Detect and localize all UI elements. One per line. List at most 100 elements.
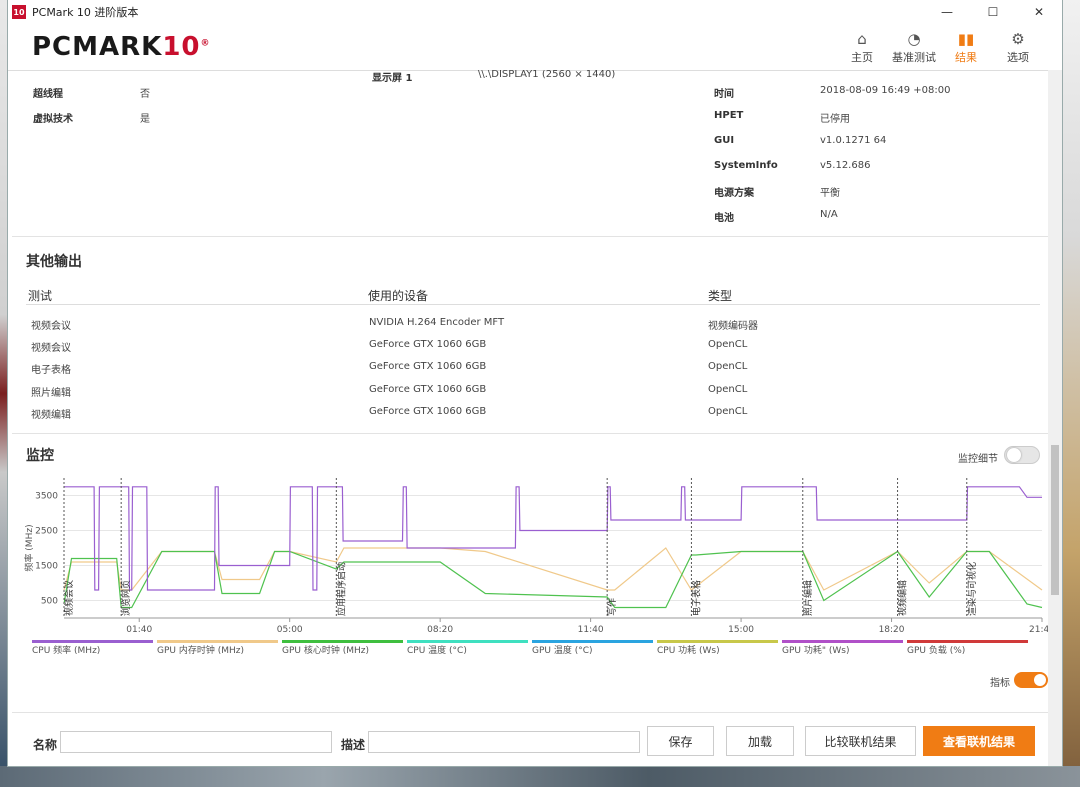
info-row-power-plan: 电源方案 平衡 <box>714 188 840 199</box>
legend-swatch <box>907 640 1028 643</box>
system-info-section: 显示屏 1 \\.\DISPLAY1 (2560 × 1440) 超线程 否 虚… <box>12 70 1048 237</box>
legend-swatch <box>407 640 528 643</box>
result-footer: 名称 描述 保存 加载 比较联机结果 查看联机结果 <box>12 714 1042 766</box>
marker-label: 写作 <box>606 598 618 616</box>
monitoring-section: 监控 监控细节 500 1500 2500 3500 频率 (MHz) 01:40 05:0… <box>12 434 1048 713</box>
col-header-type: 类型 <box>708 289 733 303</box>
x-tick-label: 11:40 <box>578 625 604 635</box>
monitoring-title: 监控 <box>26 448 54 464</box>
desktop-background-left <box>0 0 8 787</box>
other-output-section: 其他输出 测试 使用的设备 类型 视频会议 NVIDIA H.264 Encod… <box>12 237 1048 434</box>
marker-label: 浏览网页 <box>120 580 132 616</box>
legend-label: GPU 负载 (%) <box>907 644 965 656</box>
table-row: 视频编辑 GeForce GTX 1060 6GB OpenCL <box>31 406 748 421</box>
x-tick-label: 21:40 <box>1029 625 1048 635</box>
table-row: 视频会议 NVIDIA H.264 Encoder MFT 视频编码器 <box>31 317 758 332</box>
table-row: 电子表格 GeForce GTX 1060 6GB OpenCL <box>31 361 748 376</box>
pcmark-logo: PCMARK10® <box>32 32 211 62</box>
info-row-gui: GUI v1.0.1271 64 <box>714 135 887 146</box>
title-bar: 10 PCMark 10 进阶版本 — ☐ ✕ <box>8 0 1062 24</box>
series-line-mem <box>63 547 1043 591</box>
display-row: 显示屏 1 \\.\DISPLAY1 (2560 × 1440) <box>372 70 616 84</box>
app-logo-icon: 10 <box>12 5 26 19</box>
x-tick-label: 01:40 <box>126 625 152 635</box>
home-icon: ⌂ <box>857 30 867 48</box>
marker-label: 应用程序启动 <box>335 562 347 616</box>
legend-label: GPU 核心时钟 (MHz) <box>282 644 369 656</box>
x-tick-label: 05:00 <box>277 625 303 635</box>
load-button[interactable]: 加载 <box>726 726 794 756</box>
table-row: 照片编辑 GeForce GTX 1060 6GB OpenCL <box>31 384 748 399</box>
info-row-battery: 电池 N/A <box>714 209 838 224</box>
minimize-button[interactable]: — <box>924 0 970 24</box>
nav-benchmarks[interactable]: ◔ 基准测试 <box>888 29 940 65</box>
col-header-device: 使用的设备 <box>368 289 429 303</box>
series-line-core <box>63 550 1043 609</box>
info-row-hyperthreading: 超线程 否 <box>33 89 150 100</box>
gear-icon: ⚙ <box>1011 30 1025 48</box>
legend-swatch <box>782 640 903 643</box>
legend-label: CPU 温度 (°C) <box>407 644 467 656</box>
compare-online-button[interactable]: 比较联机结果 <box>805 726 916 756</box>
maximize-button[interactable]: ☐ <box>970 0 1016 24</box>
results-content: 显示屏 1 \\.\DISPLAY1 (2560 × 1440) 超线程 否 虚… <box>8 70 1048 766</box>
legend-swatch <box>32 640 153 643</box>
bar-chart-icon: ▮▮ <box>957 30 975 48</box>
monitor-detail-toggle[interactable] <box>1004 446 1040 464</box>
x-tick-label: 15:00 <box>728 625 754 635</box>
legend-label: CPU 频率 (MHz) <box>32 644 100 656</box>
monitor-detail-label: 监控细节 <box>958 454 998 465</box>
y-tick-label: 500 <box>41 597 58 607</box>
name-input[interactable] <box>60 731 332 753</box>
scrollbar-thumb[interactable] <box>1051 445 1059 595</box>
save-button[interactable]: 保存 <box>647 726 714 756</box>
legend-swatch <box>532 640 653 643</box>
desktop-background-right <box>1062 0 1080 787</box>
marker-label: 照片编辑 <box>802 580 814 616</box>
x-tick-label: 08:20 <box>427 625 453 635</box>
nav-results[interactable]: ▮▮ 结果 <box>940 29 992 65</box>
other-output-table-header: 测试 使用的设备 类型 <box>26 287 1040 305</box>
markers-toggle[interactable] <box>1014 672 1048 688</box>
x-tick-label: 18:20 <box>879 625 905 635</box>
info-row-time: 时间 2018-08-09 16:49 +08:00 <box>714 85 951 100</box>
gauge-icon: ◔ <box>907 30 921 48</box>
view-online-results-button[interactable]: 查看联机结果 <box>923 726 1035 756</box>
marker-label: 视频会议 <box>63 580 75 616</box>
monitoring-chart: 500 1500 2500 3500 频率 (MHz) 01:40 05:00 08:20 11… <box>23 478 1048 656</box>
legend-label: CPU 功耗 (Ws) <box>657 645 720 656</box>
info-row-hpet: HPET 已停用 <box>714 110 850 125</box>
y-tick-label: 1500 <box>35 562 58 572</box>
legend-swatch <box>157 640 278 643</box>
legend-label: GPU 温度 (°C) <box>532 644 593 656</box>
legend-label: GPU 内存时钟 (MHz) <box>157 644 244 656</box>
marker-label: 渲染与可视化 <box>966 562 978 616</box>
y-tick-label: 3500 <box>35 492 58 502</box>
table-row: 视频会议 GeForce GTX 1060 6GB OpenCL <box>31 339 748 354</box>
legend-label: GPU 功耗" (Ws) <box>782 645 849 656</box>
y-axis-label: 频率 (MHz) <box>23 524 35 571</box>
info-row-systeminfo: SystemInfo v5.12.686 <box>714 160 871 171</box>
window-title: PCMark 10 进阶版本 <box>32 6 139 19</box>
main-nav: ⌂ 主页 ◔ 基准测试 ▮▮ 结果 ⚙ 选项 <box>836 29 1044 65</box>
description-label: 描述 <box>341 738 366 752</box>
nav-options[interactable]: ⚙ 选项 <box>992 29 1044 65</box>
vertical-scrollbar[interactable] <box>1048 70 1062 766</box>
markers-label: 指标 <box>990 678 1010 689</box>
description-input[interactable] <box>368 731 640 753</box>
legend-swatch <box>282 640 403 643</box>
close-button[interactable]: ✕ <box>1016 0 1062 24</box>
app-header: PCMARK10® ⌂ 主页 ◔ 基准测试 ▮▮ 结果 ⚙ 选项 <box>8 24 1062 71</box>
y-tick-label: 2500 <box>35 527 58 537</box>
other-output-title: 其他输出 <box>26 254 82 270</box>
desktop-taskbar-area <box>0 766 1080 787</box>
app-window: 10 PCMark 10 进阶版本 — ☐ ✕ PCMARK10® ⌂ 主页 ◔… <box>8 0 1062 766</box>
info-row-virtualization: 虚拟技术 是 <box>33 114 150 125</box>
name-label: 名称 <box>33 738 58 752</box>
marker-label: 电子表格 <box>690 580 702 616</box>
marker-label: 视频编辑 <box>897 580 909 616</box>
legend-swatch <box>657 640 778 643</box>
nav-home[interactable]: ⌂ 主页 <box>836 29 888 65</box>
col-header-test: 测试 <box>28 289 53 303</box>
series-line-cpu <box>64 486 1042 591</box>
